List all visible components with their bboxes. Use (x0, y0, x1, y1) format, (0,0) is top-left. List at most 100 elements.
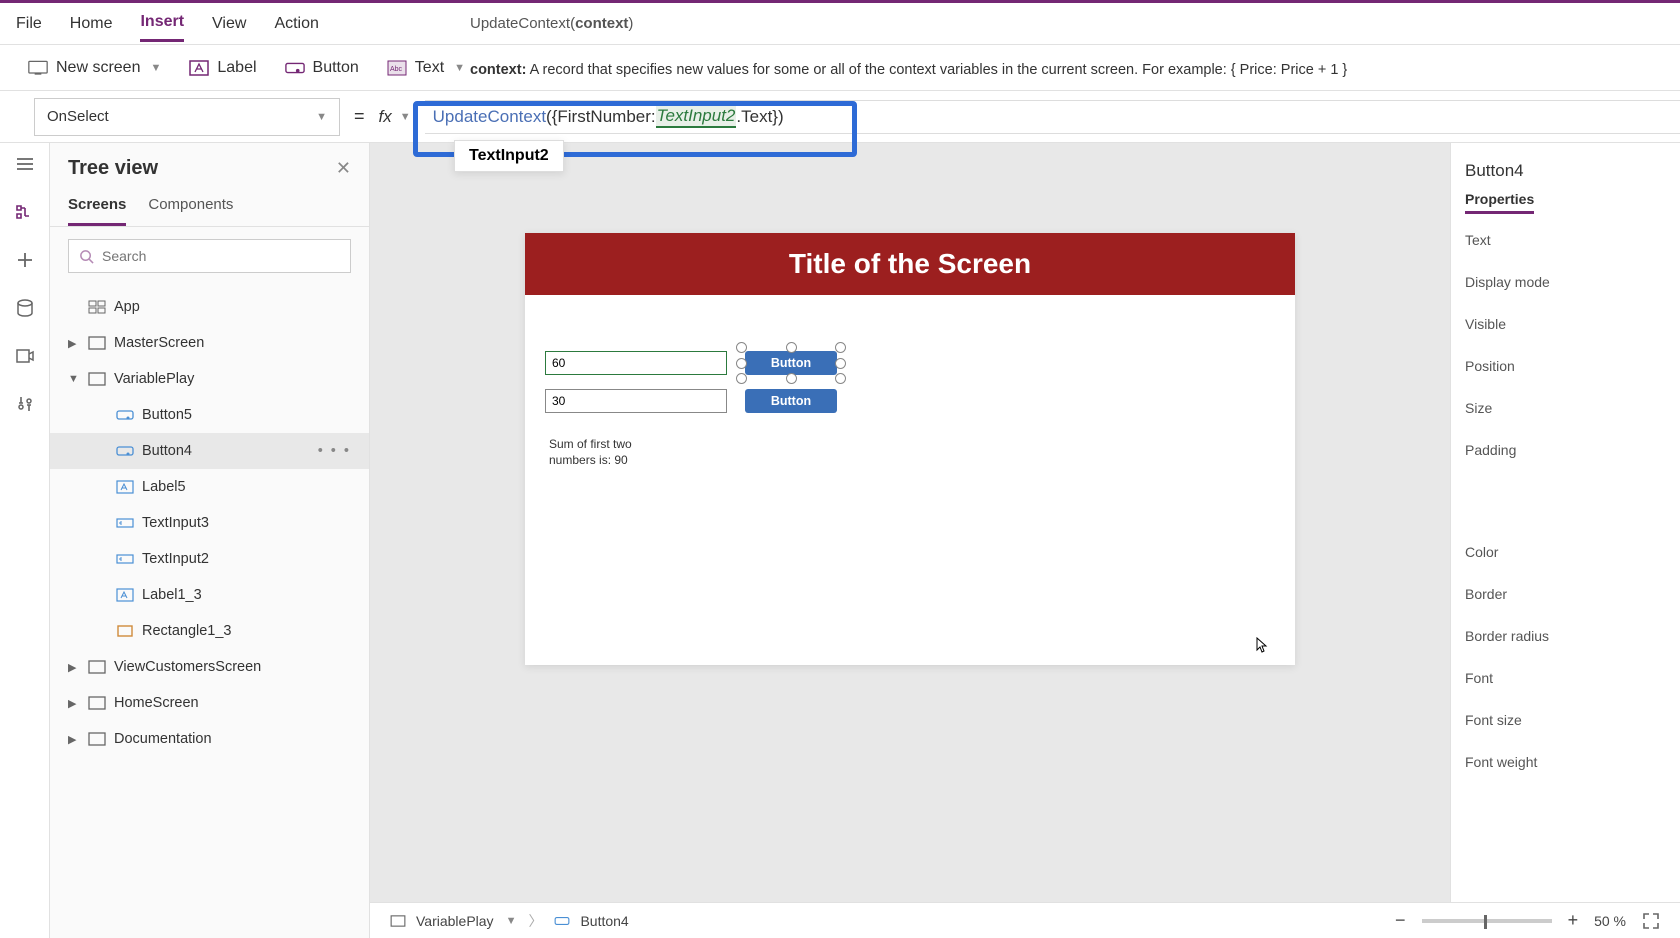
prop-display-mode[interactable]: Display mode (1465, 274, 1680, 290)
button-icon (285, 60, 305, 76)
chevron-down-icon[interactable]: ▼ (68, 373, 80, 385)
tree-node-button5[interactable]: Button5 (50, 397, 369, 433)
text-label: Text (415, 59, 444, 77)
screen-icon (88, 660, 106, 674)
tree-search-input[interactable] (102, 248, 340, 264)
fx-icon[interactable]: fx (379, 107, 392, 127)
label-button[interactable]: Label (189, 59, 256, 77)
chevron-down-icon: ▼ (150, 62, 161, 74)
formula-bar: OnSelect ▼ = fx ▼ UpdateContext({FirstNu… (0, 91, 1680, 143)
label-label: Label (217, 59, 256, 77)
prop-padding[interactable]: Padding (1465, 442, 1680, 458)
zoom-slider[interactable] (1422, 919, 1552, 923)
textinput3-control[interactable] (545, 389, 727, 413)
prop-border[interactable]: Border (1465, 586, 1680, 602)
tree-panel: Tree view ✕ Screens Components App ▶ Mas… (50, 143, 370, 938)
tree-node-label: Button5 (142, 407, 192, 423)
button-button[interactable]: Button (285, 59, 359, 77)
tab-screens[interactable]: Screens (68, 190, 126, 226)
breadcrumb-screen[interactable]: VariablePlay (416, 913, 494, 929)
rectangle-icon (116, 624, 134, 638)
new-screen-label: New screen (56, 59, 140, 77)
tree-node-rectangle1-3[interactable]: Rectangle1_3 (50, 613, 369, 649)
button-icon (116, 408, 134, 422)
breadcrumb-separator: 〉 (528, 911, 542, 931)
intellisense-popup[interactable]: TextInput2 (454, 140, 564, 172)
menu-action[interactable]: Action (274, 7, 318, 41)
data-icon[interactable] (14, 297, 36, 319)
tree-node-textinput2[interactable]: TextInput2 (50, 541, 369, 577)
ribbon: New screen ▼ Label Button Abc Text ▼ con… (0, 45, 1680, 91)
media-icon[interactable] (14, 345, 36, 367)
textinput2-control[interactable] (545, 351, 727, 375)
tree-node-app[interactable]: App (50, 289, 369, 325)
tree-node-label: App (114, 299, 140, 315)
new-screen-button[interactable]: New screen ▼ (28, 59, 161, 77)
tree-node-label: Label5 (142, 479, 186, 495)
tree-node-textinput3[interactable]: TextInput3 (50, 505, 369, 541)
tree-node-label1-3[interactable]: Label1_3 (50, 577, 369, 613)
prop-position[interactable]: Position (1465, 358, 1680, 374)
equals-sign: = (354, 106, 365, 127)
menu-home[interactable]: Home (70, 7, 113, 41)
prop-visible[interactable]: Visible (1465, 316, 1680, 332)
tree-node-label5[interactable]: Label5 (50, 469, 369, 505)
tools-icon[interactable] (14, 393, 36, 415)
button-label: Button (313, 59, 359, 77)
chevron-right-icon[interactable]: ▶ (68, 661, 80, 674)
app-icon (88, 300, 106, 314)
textinput-icon (116, 552, 134, 566)
canvas-area[interactable]: Title of the Screen Button Bu (370, 143, 1450, 938)
tree-node-documentation[interactable]: ▶ Documentation (50, 721, 369, 757)
tree-node-viewcustomers[interactable]: ▶ ViewCustomersScreen (50, 649, 369, 685)
prop-font-weight[interactable]: Font weight (1465, 754, 1680, 770)
button5-control[interactable]: Button (745, 389, 837, 413)
cursor-icon (1256, 637, 1268, 653)
close-icon[interactable]: ✕ (336, 158, 351, 179)
tree-node-masterscreen[interactable]: ▶ MasterScreen (50, 325, 369, 361)
chevron-down-icon[interactable]: ▼ (506, 915, 517, 927)
tab-components[interactable]: Components (148, 190, 233, 226)
canvas[interactable]: Title of the Screen Button Bu (525, 233, 1295, 665)
prop-size[interactable]: Size (1465, 400, 1680, 416)
function-signature: UpdateContext(context) (470, 15, 633, 32)
tree-node-homescreen[interactable]: ▶ HomeScreen (50, 685, 369, 721)
add-icon[interactable] (14, 249, 36, 271)
statusbar: VariablePlay ▼ 〉 Button4 − + 50 % (370, 902, 1680, 938)
chevron-right-icon[interactable]: ▶ (68, 337, 80, 350)
hamburger-icon[interactable] (14, 153, 36, 175)
tree-node-label: VariablePlay (114, 371, 194, 387)
menu-view[interactable]: View (212, 7, 246, 41)
menubar: File Home Insert View Action UpdateConte… (0, 3, 1680, 45)
tree-view-icon[interactable] (14, 201, 36, 223)
prop-color[interactable]: Color (1465, 544, 1680, 560)
prop-font[interactable]: Font (1465, 670, 1680, 686)
textinput-icon (116, 516, 134, 530)
tree-nodes: App ▶ MasterScreen ▼ VariablePlay Button… (50, 285, 369, 938)
prop-font-size[interactable]: Font size (1465, 712, 1680, 728)
chevron-down-icon: ▼ (454, 62, 465, 74)
tree-node-variableplay[interactable]: ▼ VariablePlay (50, 361, 369, 397)
left-rail (0, 143, 50, 938)
fit-to-screen-icon[interactable] (1642, 912, 1660, 930)
menu-insert[interactable]: Insert (140, 5, 184, 42)
tab-properties[interactable]: Properties (1465, 191, 1534, 214)
tree-node-button4[interactable]: Button4 • • • (50, 433, 369, 469)
property-name: OnSelect (47, 108, 109, 125)
property-dropdown[interactable]: OnSelect ▼ (34, 98, 340, 136)
zoom-out-button[interactable]: − (1395, 910, 1406, 931)
prop-text[interactable]: Text (1465, 232, 1680, 248)
prop-border-radius[interactable]: Border radius (1465, 628, 1680, 644)
more-icon[interactable]: • • • (318, 443, 351, 459)
breadcrumb-control[interactable]: Button4 (580, 913, 628, 929)
chevron-right-icon[interactable]: ▶ (68, 697, 80, 710)
zoom-value: 50 % (1594, 913, 1626, 929)
button4-control[interactable]: Button (745, 351, 837, 375)
chevron-right-icon[interactable]: ▶ (68, 733, 80, 746)
menu-file[interactable]: File (16, 7, 42, 41)
text-button[interactable]: Abc Text ▼ (387, 59, 465, 77)
properties-panel: Button4 Properties Text Display mode Vis… (1450, 143, 1680, 938)
label-icon (116, 480, 134, 494)
tree-search[interactable] (68, 239, 351, 273)
zoom-in-button[interactable]: + (1568, 910, 1579, 931)
